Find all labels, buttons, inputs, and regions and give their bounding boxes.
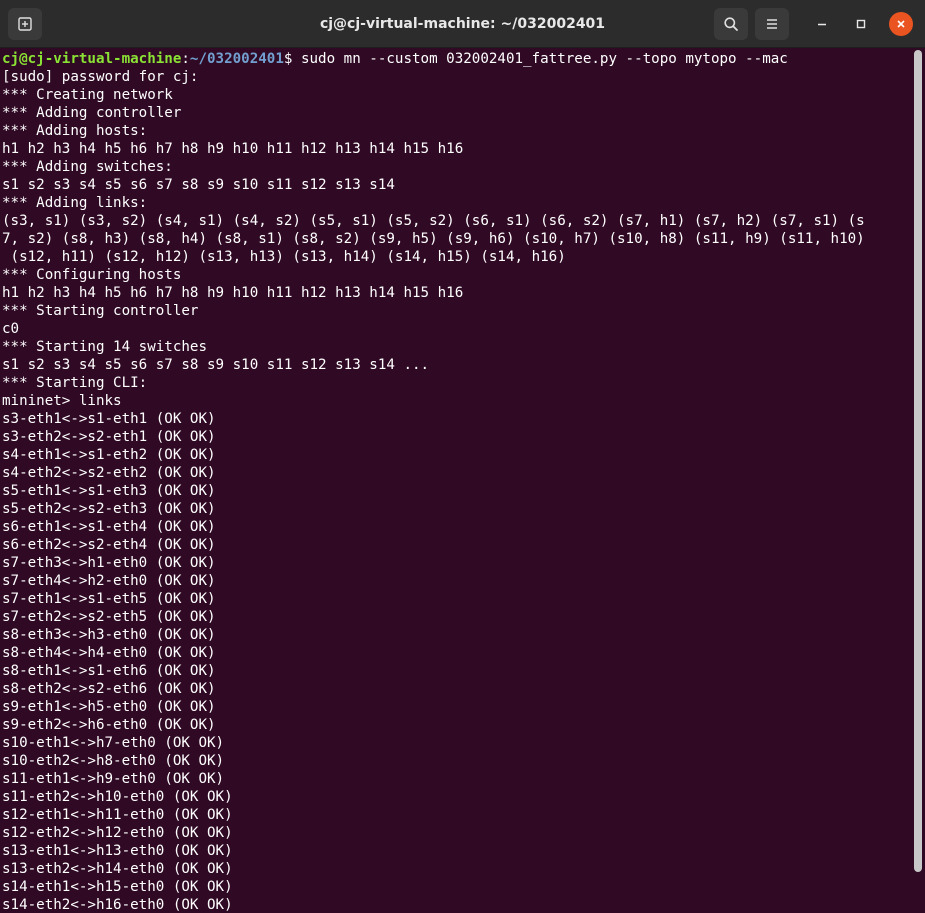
output-line: s13-eth2<->h14-eth0 (OK OK) (2, 861, 233, 877)
output-line: 7, s2) (s8, h3) (s8, h4) (s8, s1) (s8, s… (2, 231, 865, 247)
prompt-command: sudo mn --custom 032002401_fattree.py --… (292, 51, 788, 67)
output-line: s9-eth1<->h5-eth0 (OK OK) (2, 699, 216, 715)
minimize-icon (818, 23, 826, 26)
terminal-output[interactable]: cj@cj-virtual-machine:~/032002401$ sudo … (0, 48, 912, 913)
output-line: c0 (2, 321, 20, 337)
output-line: h1 h2 h3 h4 h5 h6 h7 h8 h9 h10 h11 h12 h… (2, 285, 464, 301)
output-line: *** Adding links: (2, 195, 148, 211)
prompt-path: ~/032002401 (189, 51, 284, 67)
output-line: s7-eth4<->h2-eth0 (OK OK) (2, 573, 216, 589)
title-bar[interactable]: cj@cj-virtual-machine: ~/032002401 (0, 0, 925, 48)
output-line: *** Adding hosts: (2, 123, 148, 139)
output-line: mininet> links (2, 393, 122, 409)
output-line: s8-eth4<->h4-eth0 (OK OK) (2, 645, 216, 661)
new-tab-icon (18, 17, 32, 31)
output-line: s12-eth2<->h12-eth0 (OK OK) (2, 825, 233, 841)
output-line: s14-eth1<->h15-eth0 (OK OK) (2, 879, 233, 895)
output-line: *** Adding switches: (2, 159, 173, 175)
prompt-colon: : (181, 51, 190, 67)
output-line: s6-eth1<->s1-eth4 (OK OK) (2, 519, 216, 535)
output-line: s10-eth2<->h8-eth0 (OK OK) (2, 753, 225, 769)
output-line: s7-eth3<->h1-eth0 (OK OK) (2, 555, 216, 571)
output-line: *** Configuring hosts (2, 267, 182, 283)
output-line: s8-eth2<->s2-eth6 (OK OK) (2, 681, 216, 697)
output-line: s14-eth2<->h16-eth0 (OK OK) (2, 897, 233, 913)
close-icon (897, 20, 905, 28)
output-line: s8-eth1<->s1-eth6 (OK OK) (2, 663, 216, 679)
terminal-window: cj@cj-virtual-machine: ~/032002401 cj@cj… (0, 0, 925, 913)
minimize-button[interactable] (810, 12, 834, 36)
output-line: s12-eth1<->h11-eth0 (OK OK) (2, 807, 233, 823)
output-line: (s3, s1) (s3, s2) (s4, s1) (s4, s2) (s5,… (2, 213, 865, 229)
output-line: s11-eth2<->h10-eth0 (OK OK) (2, 789, 233, 805)
output-line: s5-eth1<->s1-eth3 (OK OK) (2, 483, 216, 499)
menu-button[interactable] (755, 8, 789, 40)
output-line: s3-eth1<->s1-eth1 (OK OK) (2, 411, 216, 427)
output-line: *** Adding controller (2, 105, 182, 121)
output-line: s11-eth1<->h9-eth0 (OK OK) (2, 771, 225, 787)
output-line: s4-eth2<->s2-eth2 (OK OK) (2, 465, 216, 481)
output-line: s7-eth1<->s1-eth5 (OK OK) (2, 591, 216, 607)
maximize-button[interactable] (849, 12, 873, 36)
output-line: *** Starting CLI: (2, 375, 148, 391)
output-line: s7-eth2<->s2-eth5 (OK OK) (2, 609, 216, 625)
output-line: s10-eth1<->h7-eth0 (OK OK) (2, 735, 225, 751)
new-tab-button[interactable] (8, 8, 42, 40)
output-line: s13-eth1<->h13-eth0 (OK OK) (2, 843, 233, 859)
search-button[interactable] (714, 8, 748, 40)
close-button[interactable] (889, 12, 913, 36)
output-line: s4-eth1<->s1-eth2 (OK OK) (2, 447, 216, 463)
prompt-user-host: cj@cj-virtual-machine (2, 51, 182, 67)
output-line: *** Starting 14 switches (2, 339, 207, 355)
maximize-icon (856, 19, 866, 29)
output-line: h1 h2 h3 h4 h5 h6 h7 h8 h9 h10 h11 h12 h… (2, 141, 464, 157)
output-line: s9-eth2<->h6-eth0 (OK OK) (2, 717, 216, 733)
output-line: (s12, h11) (s12, h12) (s13, h13) (s13, h… (2, 249, 566, 265)
output-line: *** Starting controller (2, 303, 199, 319)
scrollbar-thumb[interactable] (914, 50, 922, 872)
prompt-line: cj@cj-virtual-machine:~/032002401$ sudo … (2, 50, 912, 68)
hamburger-menu-icon (767, 19, 777, 29)
search-icon (724, 17, 738, 31)
output-line: [sudo] password for cj: (2, 69, 199, 85)
output-line: s6-eth2<->s2-eth4 (OK OK) (2, 537, 216, 553)
output-line: *** Creating network (2, 87, 173, 103)
output-line: s5-eth2<->s2-eth3 (OK OK) (2, 501, 216, 517)
output-line: s3-eth2<->s2-eth1 (OK OK) (2, 429, 216, 445)
output-line: s8-eth3<->h3-eth0 (OK OK) (2, 627, 216, 643)
output-line: s1 s2 s3 s4 s5 s6 s7 s8 s9 s10 s11 s12 s… (2, 357, 430, 373)
output-line: s1 s2 s3 s4 s5 s6 s7 s8 s9 s10 s11 s12 s… (2, 177, 395, 193)
